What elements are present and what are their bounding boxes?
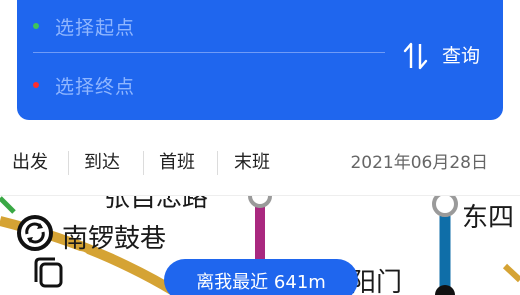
filter-tab-arrival[interactable]: 到达 — [84, 151, 120, 175]
start-station-placeholder: 选择起点 — [55, 16, 136, 39]
chaoyangmen-station-marker — [435, 285, 455, 295]
schedule-filter-bar: 出发 到达 首班 末班 2021年06月28日 — [0, 131, 520, 196]
filter-divider — [68, 151, 69, 175]
start-dot-icon — [33, 23, 39, 29]
right-line-track — [502, 263, 520, 283]
layers-button[interactable] — [0, 251, 90, 295]
filter-divider — [217, 151, 218, 175]
route-search-header: 选择起点 选择终点 查询 — [0, 0, 520, 131]
date-picker[interactable]: 2021年06月28日 — [350, 151, 488, 175]
end-station-placeholder: 选择终点 — [55, 75, 136, 98]
metro-map[interactable]: 张自忠路 南锣鼓巷 东四 朝阳门 离我最近 641m — [0, 196, 520, 295]
swap-stations-button[interactable] — [401, 40, 431, 72]
dongsi-station-marker — [432, 196, 458, 217]
start-station-field[interactable]: 选择起点 — [33, 7, 383, 45]
filter-tab-departure[interactable]: 出发 — [12, 151, 48, 175]
metro-app-screen: 选择起点 选择终点 查询 出发 到达 首班 末班 2021年06月28日 张自忠… — [0, 0, 520, 295]
station-label-zhangzizhonglu[interactable]: 张自忠路 — [104, 196, 208, 214]
filter-divider — [143, 151, 144, 175]
filter-tab-last-train[interactable]: 末班 — [234, 151, 270, 175]
station-label-nanluoguxiang[interactable]: 南锣鼓巷 — [62, 218, 166, 255]
transfer-icon-ring — [17, 215, 53, 251]
filter-tab-first-train[interactable]: 首班 — [159, 151, 195, 175]
nearest-station-button[interactable]: 离我最近 641m — [164, 259, 358, 295]
route-search-panel: 选择起点 选择终点 查询 — [17, 0, 503, 120]
station-label-dongsi[interactable]: 东四 — [462, 197, 514, 234]
field-divider — [33, 52, 385, 53]
end-dot-icon — [33, 82, 39, 88]
copy-layers-icon — [34, 257, 63, 288]
green-line-track — [0, 196, 16, 214]
swap-arrows-icon — [403, 42, 428, 70]
query-button[interactable]: 查询 — [431, 40, 491, 72]
end-station-field[interactable]: 选择终点 — [33, 66, 383, 104]
zhangzizhong-station-marker — [248, 196, 272, 208]
